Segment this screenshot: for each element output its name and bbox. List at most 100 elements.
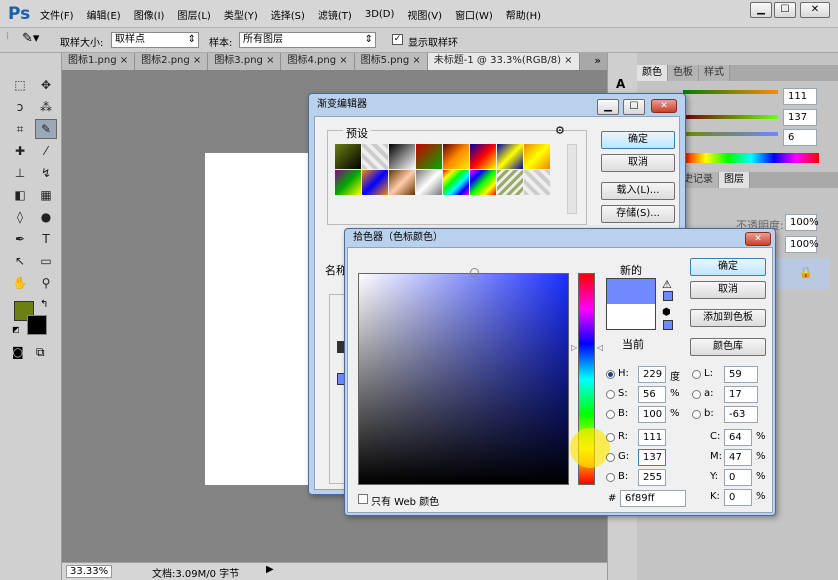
color-picker-close-button[interactable]: ✕: [745, 232, 771, 246]
preset-swatch[interactable]: [470, 170, 496, 195]
document-canvas[interactable]: [205, 153, 310, 485]
fill-field[interactable]: 100%: [785, 236, 819, 253]
preset-swatch[interactable]: [416, 170, 442, 195]
tab-doc-4[interactable]: 图标4.png ×: [281, 53, 355, 70]
preset-swatch[interactable]: [335, 170, 361, 195]
menu-view[interactable]: 视图(V): [407, 7, 442, 22]
preset-swatch[interactable]: [389, 170, 415, 195]
magic-wand-tool-icon[interactable]: ⁂: [35, 97, 57, 117]
maximize-button[interactable]: ☐: [774, 2, 796, 18]
shape-tool-icon[interactable]: ▭: [35, 251, 57, 271]
m-field[interactable]: 47: [724, 449, 752, 466]
close-icon[interactable]: ×: [339, 55, 347, 66]
picker-ok-button[interactable]: 确定: [690, 258, 766, 276]
hand-tool-icon[interactable]: ✋: [9, 273, 31, 293]
add-to-swatches-button[interactable]: 添加到色板: [690, 309, 766, 327]
history-brush-icon[interactable]: ↯: [35, 163, 57, 183]
blur-tool-icon[interactable]: ◊: [9, 207, 31, 227]
preset-swatch[interactable]: [389, 144, 415, 169]
gradient-save-button[interactable]: 存储(S)...: [601, 205, 675, 223]
red-value[interactable]: 111: [783, 88, 817, 105]
tab-swatches[interactable]: 色板: [668, 65, 699, 81]
tab-styles[interactable]: 样式: [699, 65, 730, 81]
hex-field[interactable]: 6f89ff: [620, 490, 686, 507]
preset-swatch[interactable]: [524, 170, 550, 195]
dialog-minimize-button[interactable]: ▁: [597, 99, 619, 115]
y-field[interactable]: 0: [724, 469, 752, 486]
close-icon[interactable]: ×: [266, 55, 274, 66]
hue-slider-right-arrow-icon[interactable]: ◁: [597, 343, 603, 352]
menu-file[interactable]: 文件(F): [40, 7, 74, 22]
marquee-tool-icon[interactable]: ⬚: [9, 75, 31, 95]
saturation-brightness-field[interactable]: [358, 273, 569, 485]
b-field[interactable]: 100: [638, 406, 666, 423]
tab-doc-5[interactable]: 图标5.png ×: [354, 53, 428, 70]
zoom-tool-icon[interactable]: ⚲: [35, 273, 57, 293]
menu-filter[interactable]: 滤镜(T): [318, 7, 352, 22]
color-libraries-button[interactable]: 颜色库: [690, 338, 766, 356]
tab-doc-3[interactable]: 图标3.png ×: [208, 53, 282, 70]
hue-slider-left-arrow-icon[interactable]: ▷: [571, 343, 577, 352]
preset-swatch[interactable]: [362, 144, 388, 169]
gradient-load-button[interactable]: 载入(L)...: [601, 182, 675, 200]
green-slider[interactable]: [683, 115, 778, 119]
stamp-tool-icon[interactable]: ⊥: [9, 163, 31, 183]
s-radio[interactable]: [606, 390, 615, 399]
l-field[interactable]: 59: [724, 366, 758, 383]
pen-tool-icon[interactable]: ✒: [9, 229, 31, 249]
g-radio[interactable]: [606, 453, 615, 462]
gamut-color-swatch[interactable]: [663, 291, 673, 301]
blue-value[interactable]: 6: [783, 129, 817, 146]
s-field[interactable]: 56: [638, 386, 666, 403]
menu-layer[interactable]: 图层(L): [177, 7, 210, 22]
close-icon[interactable]: ×: [412, 55, 420, 66]
tab-color[interactable]: 颜色: [637, 65, 668, 81]
sample-size-select[interactable]: 取样点 ⇕: [111, 32, 199, 48]
screen-mode-icon[interactable]: ⧉: [36, 345, 45, 360]
preset-swatch[interactable]: [470, 144, 496, 169]
green-value[interactable]: 137: [783, 109, 817, 126]
status-arrow-icon[interactable]: ▶: [266, 564, 274, 575]
presets-scrollbar[interactable]: [567, 144, 577, 214]
gear-icon[interactable]: ⚙: [555, 124, 565, 137]
swap-colors-icon[interactable]: ↰: [40, 299, 48, 310]
brush-tool-icon[interactable]: ⁄: [35, 141, 57, 161]
preset-swatch[interactable]: [497, 170, 523, 195]
menu-select[interactable]: 选择(S): [271, 7, 305, 22]
tab-doc-untitled[interactable]: 未标题-1 @ 33.3%(RGB/8) ×: [427, 53, 580, 70]
dialog-maximize-button[interactable]: ☐: [623, 99, 645, 115]
red-slider[interactable]: [683, 90, 778, 94]
menu-3d[interactable]: 3D(D): [365, 9, 395, 20]
r-radio[interactable]: [606, 433, 615, 442]
type-tool-icon[interactable]: T: [35, 229, 57, 249]
h-field[interactable]: 229: [638, 366, 666, 383]
bv-field[interactable]: 255: [638, 469, 666, 486]
lasso-tool-icon[interactable]: ↄ: [9, 97, 31, 117]
tab-doc-1[interactable]: 图标1.png ×: [62, 53, 136, 70]
menu-type[interactable]: 类型(Y): [224, 7, 258, 22]
b-radio[interactable]: [606, 410, 615, 419]
current-color-preview[interactable]: [606, 304, 656, 330]
bv-radio[interactable]: [606, 473, 615, 482]
dodge-tool-icon[interactable]: ●: [35, 207, 57, 227]
out-of-gamut-warning-icon[interactable]: ⚠: [662, 278, 672, 291]
eyedropper-preset-icon[interactable]: ✎▾: [22, 31, 39, 46]
preset-swatch[interactable]: [497, 144, 523, 169]
a-field[interactable]: 17: [724, 386, 758, 403]
color-ramp[interactable]: [683, 153, 819, 163]
menu-help[interactable]: 帮助(H): [506, 7, 541, 22]
close-icon[interactable]: ×: [564, 55, 572, 66]
preset-swatch[interactable]: [362, 170, 388, 195]
menu-edit[interactable]: 编辑(E): [87, 7, 121, 22]
web-color-swatch[interactable]: [663, 320, 673, 330]
eraser-tool-icon[interactable]: ◧: [9, 185, 31, 205]
r-field[interactable]: 111: [638, 429, 666, 446]
eyedropper-tool-icon[interactable]: ✎: [35, 119, 57, 139]
crop-tool-icon[interactable]: ⌗: [9, 119, 31, 139]
minimize-button[interactable]: ▁: [750, 2, 772, 18]
close-icon[interactable]: ×: [120, 55, 128, 66]
background-color-swatch[interactable]: [27, 315, 47, 335]
blue-slider[interactable]: [683, 132, 778, 136]
preset-swatch[interactable]: [443, 144, 469, 169]
close-window-button[interactable]: ✕: [800, 2, 830, 18]
